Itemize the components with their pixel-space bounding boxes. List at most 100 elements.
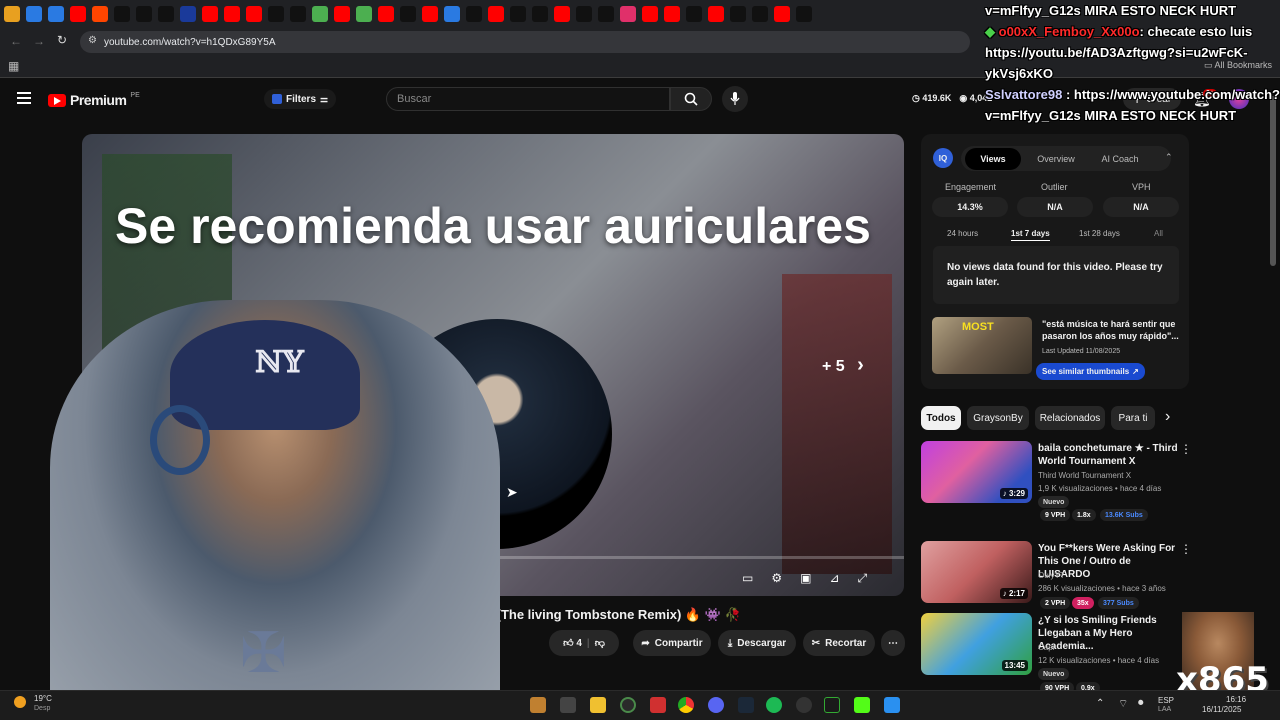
browser-tab-favicon-icon[interactable] <box>554 6 570 22</box>
spotify-icon[interactable] <box>766 697 782 713</box>
language-indicator[interactable]: ESP <box>1158 696 1174 705</box>
rec-thumbnail[interactable]: 13:45 <box>921 613 1032 675</box>
browser-tab-favicon-icon[interactable] <box>202 6 218 22</box>
taskbar-app-icon[interactable] <box>824 697 840 713</box>
browser-tab-favicon-icon[interactable] <box>114 6 130 22</box>
youtube-logo[interactable]: Premium PE <box>48 92 140 108</box>
browser-tab-favicon-icon[interactable] <box>796 6 812 22</box>
steam-icon[interactable] <box>738 697 754 713</box>
rec-thumbnail[interactable]: ♪ 2:17 <box>921 541 1032 603</box>
range-28d[interactable]: 1st 28 days <box>1079 229 1120 238</box>
tab-ai-coach[interactable]: AI Coach <box>1091 148 1149 170</box>
like-button[interactable]: 👍︎ 4 <box>563 637 582 649</box>
range-24h[interactable]: 24 hours <box>947 229 978 238</box>
browser-tab-favicon-icon[interactable] <box>334 6 350 22</box>
browser-tab-favicon-icon[interactable] <box>180 6 196 22</box>
similar-thumbnails-button[interactable]: See similar thumbnails ↗ <box>1036 363 1145 380</box>
taskbar-app-icon[interactable] <box>620 697 636 713</box>
search-input[interactable]: Buscar <box>386 87 670 111</box>
back-icon[interactable]: ← <box>10 34 22 48</box>
browser-tab-favicon-icon[interactable] <box>268 6 284 22</box>
browser-tab-favicon-icon[interactable] <box>312 6 328 22</box>
clip-button[interactable]: ✂ Recortar <box>803 630 875 656</box>
taskbar-app-icon[interactable] <box>884 697 900 713</box>
rec-more-vertical-icon[interactable]: ⋮ <box>1180 442 1192 456</box>
reload-icon[interactable]: ↻ <box>57 33 67 47</box>
related-title[interactable]: "está música te hará sentir que pasaron … <box>1042 318 1182 342</box>
tab-overview[interactable]: Overview <box>1027 148 1085 170</box>
endscreen-next-badge[interactable]: + 5 › <box>822 354 864 377</box>
browser-tab-favicon-icon[interactable] <box>664 6 680 22</box>
chip-all[interactable]: Todos <box>921 406 961 430</box>
browser-tab-favicon-icon[interactable] <box>92 6 108 22</box>
browser-tab-favicon-icon[interactable] <box>488 6 504 22</box>
chip-graysonby[interactable]: GraysonBy <box>967 406 1029 430</box>
download-button[interactable]: ⤓ Descargar <box>718 630 796 656</box>
cast-icon[interactable]: ⊿ <box>829 571 839 586</box>
rec-channel[interactable]: Capi <box>1038 643 1054 652</box>
taskbar-app-icon[interactable] <box>560 697 576 713</box>
browser-tab-favicon-icon[interactable] <box>246 6 262 22</box>
voice-search-button[interactable] <box>722 86 748 112</box>
browser-tab-favicon-icon[interactable] <box>774 6 790 22</box>
settings-gear-icon[interactable]: ⚙ <box>771 571 782 586</box>
browser-tab-favicon-icon[interactable] <box>158 6 174 22</box>
related-thumbnail[interactable]: MOST <box>932 317 1032 374</box>
browser-tab-favicon-icon[interactable] <box>598 6 614 22</box>
browser-tab-favicon-icon[interactable] <box>400 6 416 22</box>
browser-tab-favicon-icon[interactable] <box>686 6 702 22</box>
weather-icon[interactable] <box>14 696 26 708</box>
chrome-icon[interactable] <box>678 697 694 713</box>
taskbar-app-icon[interactable] <box>530 697 546 713</box>
rec-thumbnail[interactable]: ♪ 3:29 <box>921 441 1032 503</box>
browser-tab-favicon-icon[interactable] <box>444 6 460 22</box>
search-button[interactable] <box>670 87 712 111</box>
browser-tab-favicon-icon[interactable] <box>510 6 526 22</box>
range-7d[interactable]: 1st 7 days <box>1011 229 1050 241</box>
browser-tab-favicon-icon[interactable] <box>70 6 86 22</box>
rec-title[interactable]: baila conchetumare ★ - Third World Tourn… <box>1038 442 1178 468</box>
more-actions-button[interactable]: ⋯ <box>881 630 905 656</box>
discord-icon[interactable] <box>708 697 724 713</box>
miniplayer-icon[interactable]: ▣ <box>800 571 811 586</box>
fullscreen-icon[interactable]: ⤢ <box>858 571 868 586</box>
tab-views[interactable]: Views <box>965 148 1021 170</box>
chip-related[interactable]: Relacionados <box>1035 406 1105 430</box>
browser-tab-favicon-icon[interactable] <box>466 6 482 22</box>
browser-tab-favicon-icon[interactable] <box>290 6 306 22</box>
filters-button[interactable]: Filters ⚌ <box>264 89 337 109</box>
browser-tab-favicon-icon[interactable] <box>620 6 636 22</box>
share-button[interactable]: ➦ Compartir <box>633 630 711 656</box>
taskbar-app-icon[interactable] <box>650 697 666 713</box>
kick-icon[interactable] <box>854 697 870 713</box>
browser-tab-favicon-icon[interactable] <box>422 6 438 22</box>
dislike-button[interactable]: 👎︎ <box>595 637 605 649</box>
browser-tab-favicon-icon[interactable] <box>532 6 548 22</box>
rec-channel[interactable]: OulyYT <box>1038 571 1065 580</box>
forward-icon[interactable]: → <box>33 34 45 48</box>
browser-tab-favicon-icon[interactable] <box>356 6 372 22</box>
subtitles-icon[interactable]: ▭ <box>742 571 753 586</box>
browser-tab-favicon-icon[interactable] <box>26 6 42 22</box>
menu-icon[interactable] <box>17 92 31 104</box>
chip-for-you[interactable]: Para ti <box>1111 406 1155 430</box>
site-info-icon[interactable]: ⚙ <box>88 35 97 46</box>
chips-next-chevron-icon[interactable]: › <box>1165 408 1170 426</box>
taskbar-app-icon[interactable] <box>796 697 812 713</box>
range-all[interactable]: All <box>1154 229 1163 238</box>
rec-title[interactable]: ¿Y si los Smiling Friends Llegaban a My … <box>1038 614 1178 653</box>
url-field[interactable]: ⚙ youtube.com/watch?v=h1QDxG89Y5A <box>80 31 970 53</box>
microphone-tray-icon[interactable]: ⏺ <box>1138 697 1144 710</box>
browser-tab-favicon-icon[interactable] <box>4 6 20 22</box>
browser-tab-favicon-icon[interactable] <box>730 6 746 22</box>
rec-more-vertical-icon[interactable]: ⋮ <box>1180 542 1192 556</box>
clock-time[interactable]: 16:16 <box>1226 695 1246 704</box>
folder-icon[interactable] <box>590 697 606 713</box>
apps-grid-icon[interactable]: ▦ <box>8 59 19 73</box>
browser-tab-favicon-icon[interactable] <box>642 6 658 22</box>
browser-tab-favicon-icon[interactable] <box>708 6 724 22</box>
rec-channel[interactable]: Third World Tournament X <box>1038 471 1131 480</box>
collapse-chevron-icon[interactable]: ⌃ <box>1165 152 1173 163</box>
browser-tab-favicon-icon[interactable] <box>576 6 592 22</box>
browser-tab-favicon-icon[interactable] <box>48 6 64 22</box>
